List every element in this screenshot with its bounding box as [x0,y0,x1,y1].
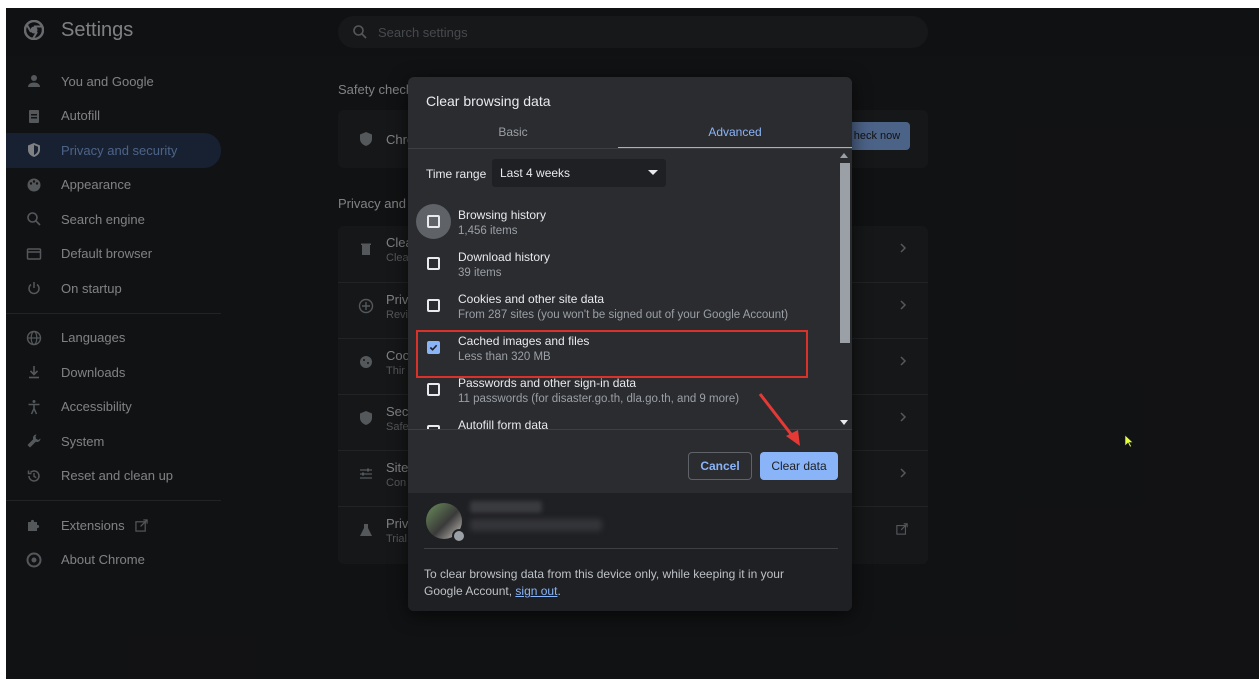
checkbox[interactable] [427,257,440,270]
annotation-arrow-icon [758,393,800,446]
option-title: Download history [458,250,551,264]
footer-period: . [557,584,561,598]
account-name-redacted [470,501,542,513]
sync-badge-icon [452,529,466,543]
option-title: Browsing history [458,208,547,222]
tab-basic[interactable]: Basic [408,117,618,149]
scroll-down-icon[interactable] [840,420,848,425]
settings-window: Settings You and Google Autofill Privacy… [6,8,1259,679]
account-email-redacted [470,519,602,531]
mouse-cursor-icon [1124,434,1134,448]
account-area: To clear browsing data from this device … [408,493,852,611]
option-download-history[interactable]: Download history 39 items [408,243,828,285]
option-title: Autofill form data [458,418,549,429]
time-range-label: Time range [426,167,487,181]
clear-browsing-data-dialog: Clear browsing data Basic Advanced Time … [408,77,852,611]
annotation-highlight-box [416,330,808,378]
footer-text: To clear browsing data from this device … [424,566,824,600]
options-scroll-area: Time range Last 4 weeks Browsing history… [408,149,852,429]
footer-message: To clear browsing data from this device … [424,567,784,598]
time-range-select[interactable]: Last 4 weeks [492,159,666,187]
scrollbar-thumb[interactable] [840,163,850,343]
scroll-up-icon[interactable] [840,153,848,158]
account-divider [424,548,838,549]
option-subtitle: From 287 sites (you won't be signed out … [458,309,789,321]
clear-data-button[interactable]: Clear data [760,452,838,480]
tab-advanced[interactable]: Advanced [618,117,852,149]
checkbox[interactable] [427,299,440,312]
caret-down-icon [648,170,658,175]
time-range-value: Last 4 weeks [500,166,571,180]
option-subtitle: 1,456 items [458,225,518,237]
option-subtitle: 39 items [458,267,502,279]
cancel-button[interactable]: Cancel [688,452,752,480]
dialog-title: Clear browsing data [426,93,551,109]
checkbox[interactable] [427,383,440,396]
option-browsing-history[interactable]: Browsing history 1,456 items [408,201,828,243]
checkbox[interactable] [427,215,440,228]
sign-out-link[interactable]: sign out [515,584,557,598]
option-subtitle: 11 passwords (for disaster.go.th, dla.go… [458,393,740,405]
option-title: Passwords and other sign-in data [458,376,637,390]
option-cookies[interactable]: Cookies and other site data From 287 sit… [408,285,828,327]
option-title: Cookies and other site data [458,292,605,306]
